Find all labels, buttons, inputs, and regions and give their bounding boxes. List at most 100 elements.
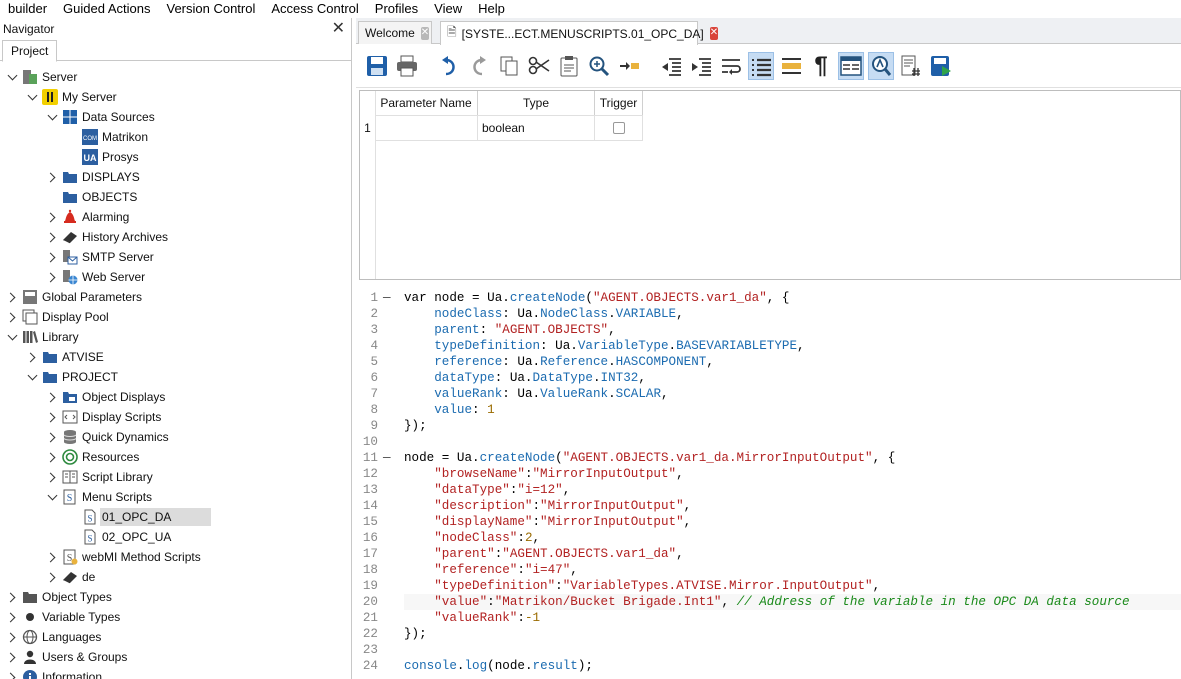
tree-item-library[interactable]: Library xyxy=(0,327,351,347)
chevron-right-icon[interactable] xyxy=(45,570,59,584)
menu-guided-actions[interactable]: Guided Actions xyxy=(55,0,158,18)
tree-item-quick-dynamics[interactable]: Quick Dynamics xyxy=(0,427,351,447)
tree-item-variable-types[interactable]: Variable Types xyxy=(0,607,351,627)
code-line[interactable]: 7 valueRank: Ua.ValueRank.SCALAR, xyxy=(356,386,1181,402)
tree-item-displays[interactable]: DISPLAYS xyxy=(0,167,351,187)
copy-icon[interactable] xyxy=(496,52,522,80)
code-line[interactable]: 19 "typeDefinition":"VariableTypes.ATVIS… xyxy=(356,578,1181,594)
chevron-right-icon[interactable] xyxy=(5,290,19,304)
chevron-right-icon[interactable] xyxy=(5,650,19,664)
code-line[interactable]: 10 xyxy=(356,434,1181,450)
menu-access-control[interactable]: Access Control xyxy=(263,0,366,18)
tab-welcome[interactable]: Welcome ✕ xyxy=(358,21,432,44)
tree-item-de[interactable]: de xyxy=(0,567,351,587)
menu-profiles[interactable]: Profiles xyxy=(367,0,426,18)
chevron-right-icon[interactable] xyxy=(45,250,59,264)
tree-item-01-opc-da[interactable]: S 01_OPC_DA xyxy=(0,507,351,527)
code-line[interactable]: 22}); xyxy=(356,626,1181,642)
tree-item-my-server[interactable]: My Server xyxy=(0,87,351,107)
tree-item-resources[interactable]: Resources xyxy=(0,447,351,467)
column-header-trigger[interactable]: Trigger xyxy=(595,91,643,115)
find-icon[interactable] xyxy=(586,52,612,80)
chevron-right-icon[interactable] xyxy=(25,350,39,364)
zoom-icon[interactable] xyxy=(868,51,894,80)
chevron-right-icon[interactable] xyxy=(45,410,59,424)
menu-help[interactable]: Help xyxy=(470,0,513,18)
code-editor[interactable]: 1— var node = Ua.createNode("AGENT.OBJECT… xyxy=(356,290,1181,679)
tree-item-global-parameters[interactable]: Global Parameters xyxy=(0,287,351,307)
code-line[interactable]: 2 nodeClass: Ua.NodeClass.VARIABLE, xyxy=(356,306,1181,322)
tree-item-display-pool[interactable]: Display Pool xyxy=(0,307,351,327)
tree-item-object-types[interactable]: Object Types xyxy=(0,587,351,607)
tree-item-data-sources[interactable]: Data Sources xyxy=(0,107,351,127)
code-line[interactable]: 3 parent: "AGENT.OBJECTS", xyxy=(356,322,1181,338)
close-icon[interactable]: ✕ xyxy=(332,21,345,37)
code-line[interactable]: 23 xyxy=(356,642,1181,658)
outdent-icon[interactable] xyxy=(658,52,684,80)
tree-item-project[interactable]: PROJECT xyxy=(0,367,351,387)
cut-icon[interactable] xyxy=(526,52,552,80)
chevron-right-icon[interactable] xyxy=(45,550,59,564)
column-header-parameter-name[interactable]: Parameter Name xyxy=(375,91,478,115)
line-numbers-icon[interactable] xyxy=(748,51,774,80)
chevron-right-icon[interactable] xyxy=(45,270,59,284)
tree-item-object-displays[interactable]: Object Displays xyxy=(0,387,351,407)
tree-item-alarming[interactable]: Alarming xyxy=(0,207,351,227)
code-line[interactable]: 12 "browseName":"MirrorInputOutput", xyxy=(356,466,1181,482)
chevron-right-icon[interactable] xyxy=(45,390,59,404)
tree-item-menu-scripts[interactable]: S Menu Scripts xyxy=(0,487,351,507)
chevron-right-icon[interactable] xyxy=(5,630,19,644)
code-line[interactable]: 5 reference: Ua.Reference.HASCOMPONENT, xyxy=(356,354,1181,370)
split-view-icon[interactable] xyxy=(838,51,864,80)
chevron-down-icon[interactable] xyxy=(45,490,59,504)
tree-item-web-server[interactable]: Web Server xyxy=(0,267,351,287)
chevron-right-icon[interactable] xyxy=(45,210,59,224)
close-icon[interactable]: ✕ xyxy=(709,27,719,40)
code-line[interactable]: 9}); xyxy=(356,418,1181,434)
code-line[interactable]: 18 "reference":"i=47", xyxy=(356,562,1181,578)
tree-item-02-opc-ua[interactable]: S 02_OPC_UA xyxy=(0,527,351,547)
word-wrap-icon[interactable] xyxy=(718,52,744,80)
column-header-type[interactable]: Type xyxy=(478,91,595,115)
code-line[interactable]: 17 "parent":"AGENT.OBJECTS.var1_da", xyxy=(356,546,1181,562)
parameter-name-cell[interactable] xyxy=(375,115,478,141)
chevron-right-icon[interactable] xyxy=(45,450,59,464)
show-whitespace-icon[interactable]: ¶ xyxy=(808,52,834,80)
save-icon[interactable] xyxy=(364,52,390,80)
chevron-right-icon[interactable] xyxy=(45,430,59,444)
goto-line-icon[interactable] xyxy=(616,52,642,80)
close-icon[interactable]: ✕ xyxy=(420,26,430,40)
redo-icon[interactable] xyxy=(466,52,492,80)
tree-item-history-archives[interactable]: History Archives xyxy=(0,227,351,247)
code-line[interactable]: 16 "nodeClass":2, xyxy=(356,530,1181,546)
code-line[interactable]: 11 — node = Ua.createNode("AGENT.OBJECTS.v… xyxy=(356,450,1181,466)
tab-menuscript[interactable]: 🗎 [SYSTE...ECT.MENUSCRIPTS.01_OPC_DA] ✕ xyxy=(440,21,719,45)
undo-icon[interactable] xyxy=(436,52,462,80)
code-line[interactable]: 15 "displayName":"MirrorInputOutput", xyxy=(356,514,1181,530)
chevron-down-icon[interactable] xyxy=(45,110,59,124)
code-line[interactable]: 20 "value":"Matrikon/Bucket Brigade.Int1… xyxy=(356,594,1181,610)
trigger-checkbox[interactable] xyxy=(612,122,625,134)
chevron-right-icon[interactable] xyxy=(45,230,59,244)
tree-item-server[interactable]: Server xyxy=(0,67,351,87)
highlight-line-icon[interactable] xyxy=(778,52,804,80)
chevron-right-icon[interactable] xyxy=(45,170,59,184)
script-settings-icon[interactable] xyxy=(898,52,924,80)
tree-item-smtp-server[interactable]: SMTP Server xyxy=(0,247,351,267)
code-line[interactable]: 4 typeDefinition: Ua.VariableType.BASEVA… xyxy=(356,338,1181,354)
tree-item-languages[interactable]: Languages xyxy=(0,627,351,647)
menu-builder[interactable]: builder xyxy=(0,0,55,18)
tree-item-webmi-method-scripts[interactable]: SwebMI Method Scripts xyxy=(0,547,351,567)
tree-item-matrikon[interactable]: COM Matrikon xyxy=(0,127,351,147)
indent-icon[interactable] xyxy=(688,52,714,80)
code-line[interactable]: 6 dataType: Ua.DataType.INT32, xyxy=(356,370,1181,386)
code-line[interactable]: 1 — var node = Ua.createNode("AGENT.OBJECT… xyxy=(356,290,1181,306)
chevron-down-icon[interactable] xyxy=(25,90,39,104)
code-line[interactable]: 13 "dataType":"i=12", xyxy=(356,482,1181,498)
tree-item-display-scripts[interactable]: Display Scripts xyxy=(0,407,351,427)
menu-view[interactable]: View xyxy=(426,0,470,18)
chevron-down-icon[interactable] xyxy=(5,330,19,344)
run-script-icon[interactable] xyxy=(928,52,954,80)
menu-version-control[interactable]: Version Control xyxy=(158,0,263,18)
type-cell[interactable]: boolean xyxy=(478,115,595,141)
